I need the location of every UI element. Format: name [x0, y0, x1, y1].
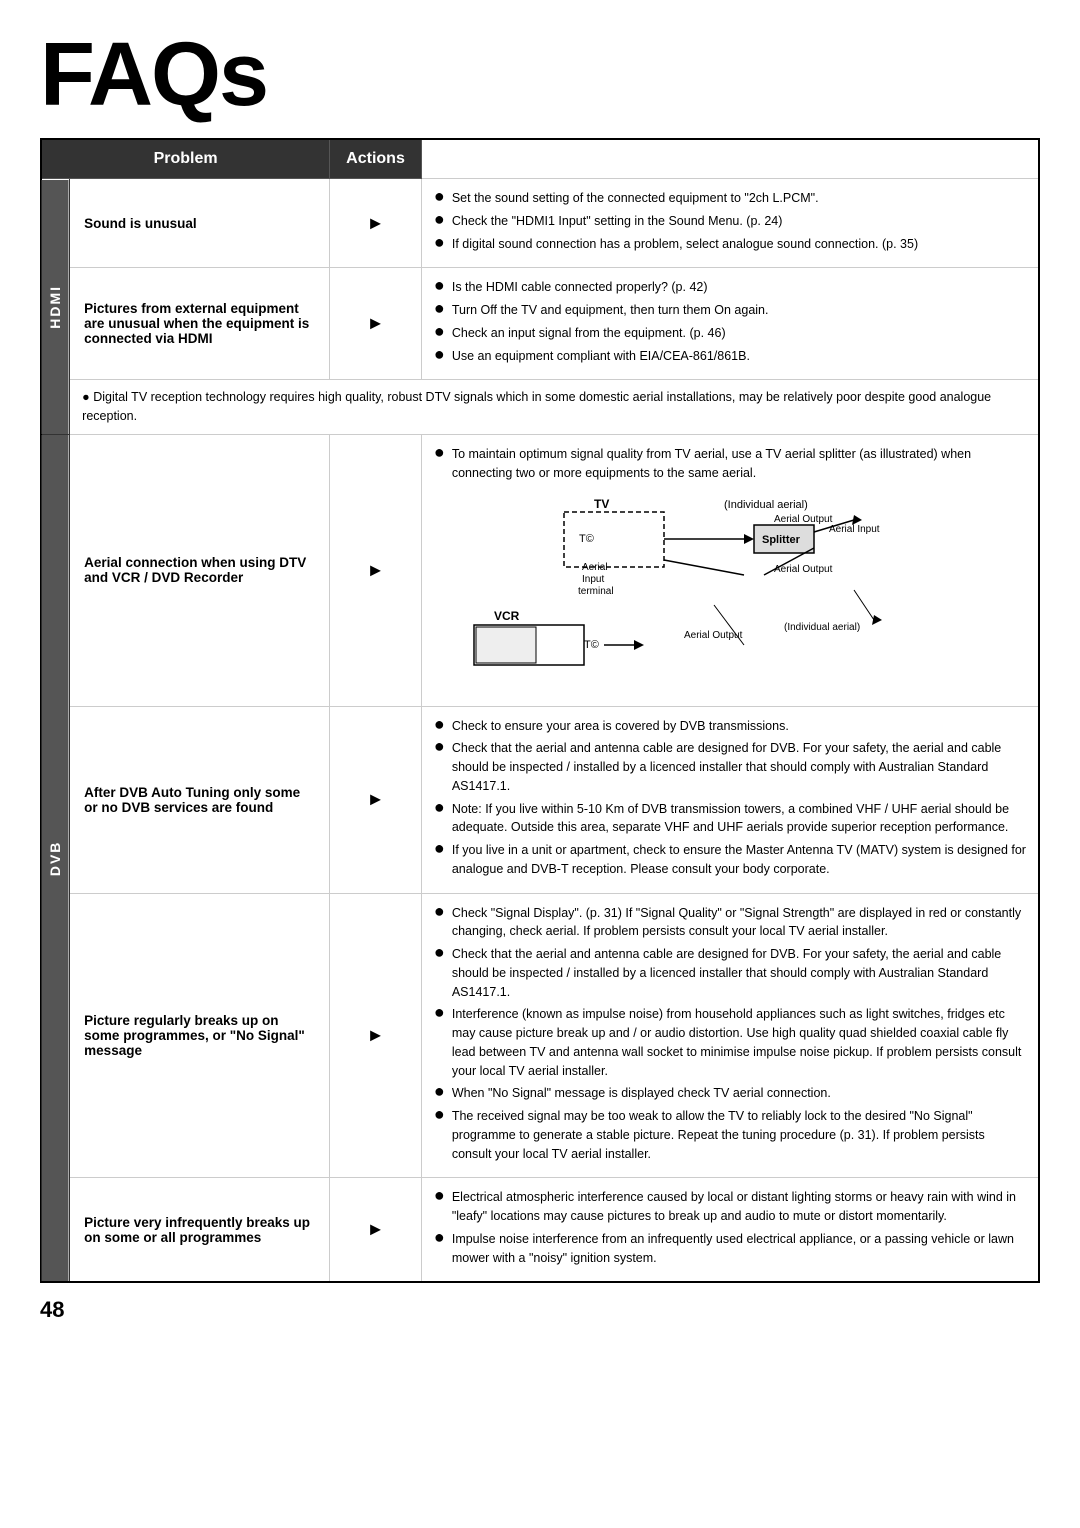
- svg-text:(Individual aerial): (Individual aerial): [784, 622, 860, 633]
- arrow-icon: ►: [330, 179, 422, 268]
- svg-text:Aerial: Aerial: [582, 562, 608, 573]
- actions-infrequent-breakup: ●Electrical atmospheric interference cau…: [421, 1178, 1039, 1283]
- actions-aerial: ●To maintain optimum signal quality from…: [421, 434, 1039, 706]
- svg-text:(Individual aerial): (Individual aerial): [724, 499, 808, 511]
- problem-infrequent-breakup: Picture very infrequently breaks up on s…: [70, 1178, 330, 1283]
- aerial-diagram: TV (Individual aerial) T© Splitter: [434, 490, 1026, 695]
- page-title: FAQs: [40, 30, 1040, 120]
- dvb-label: DVB: [41, 434, 70, 1282]
- svg-text:Aerial Output: Aerial Output: [774, 514, 833, 525]
- svg-text:Aerial Output: Aerial Output: [774, 564, 833, 575]
- arrow-icon: ►: [330, 706, 422, 893]
- table-row: After DVB Auto Tuning only some or no DV…: [41, 706, 1039, 893]
- arrow-icon: ►: [330, 1178, 422, 1283]
- svg-text:Input: Input: [582, 574, 604, 585]
- page-number: 48: [40, 1297, 1040, 1323]
- problem-dvb-tuning: After DVB Auto Tuning only some or no DV…: [70, 706, 330, 893]
- table-row: DVB Aerial connection when using DTV and…: [41, 434, 1039, 706]
- actions-no-signal: ●Check "Signal Display". (p. 31) If "Sig…: [421, 893, 1039, 1178]
- problem-aerial: Aerial connection when using DTV and VCR…: [70, 434, 330, 706]
- svg-text:terminal: terminal: [578, 586, 614, 597]
- svg-text:VCR: VCR: [494, 609, 520, 623]
- table-row: Pictures from external equipment are unu…: [41, 268, 1039, 380]
- svg-text:Splitter: Splitter: [762, 534, 801, 546]
- actions-header: Actions: [330, 139, 422, 179]
- svg-text:T©: T©: [584, 639, 599, 651]
- svg-text:Aerial Output: Aerial Output: [684, 630, 743, 641]
- problem-hdmi-pictures: Pictures from external equipment are unu…: [70, 268, 330, 380]
- hdmi-label: HDMI: [41, 179, 70, 435]
- svg-text:T©: T©: [579, 533, 594, 545]
- table-row: HDMI Sound is unusual ► ●Set the sound s…: [41, 179, 1039, 268]
- actions-dvb-tuning: ●Check to ensure your area is covered by…: [421, 706, 1039, 893]
- hdmi-note: ● Digital TV reception technology requir…: [70, 380, 1039, 435]
- problem-sound-unusual: Sound is unusual: [70, 179, 330, 268]
- table-row: Picture regularly breaks up on some prog…: [41, 893, 1039, 1178]
- arrow-icon: ►: [330, 434, 422, 706]
- arrow-icon: ►: [330, 893, 422, 1178]
- problem-no-signal: Picture regularly breaks up on some prog…: [70, 893, 330, 1178]
- problem-header: Problem: [41, 139, 330, 179]
- table-row: Picture very infrequently breaks up on s…: [41, 1178, 1039, 1283]
- svg-text:Aerial Input: Aerial Input: [829, 524, 880, 535]
- faq-table: Problem Actions HDMI Sound is unusual ► …: [40, 138, 1040, 1283]
- svg-text:TV: TV: [594, 497, 609, 511]
- hdmi-note-row: ● Digital TV reception technology requir…: [41, 380, 1039, 435]
- actions-hdmi-pictures: ●Is the HDMI cable connected properly? (…: [421, 268, 1039, 380]
- arrow-icon: ►: [330, 268, 422, 380]
- actions-sound-unusual: ●Set the sound setting of the connected …: [421, 179, 1039, 268]
